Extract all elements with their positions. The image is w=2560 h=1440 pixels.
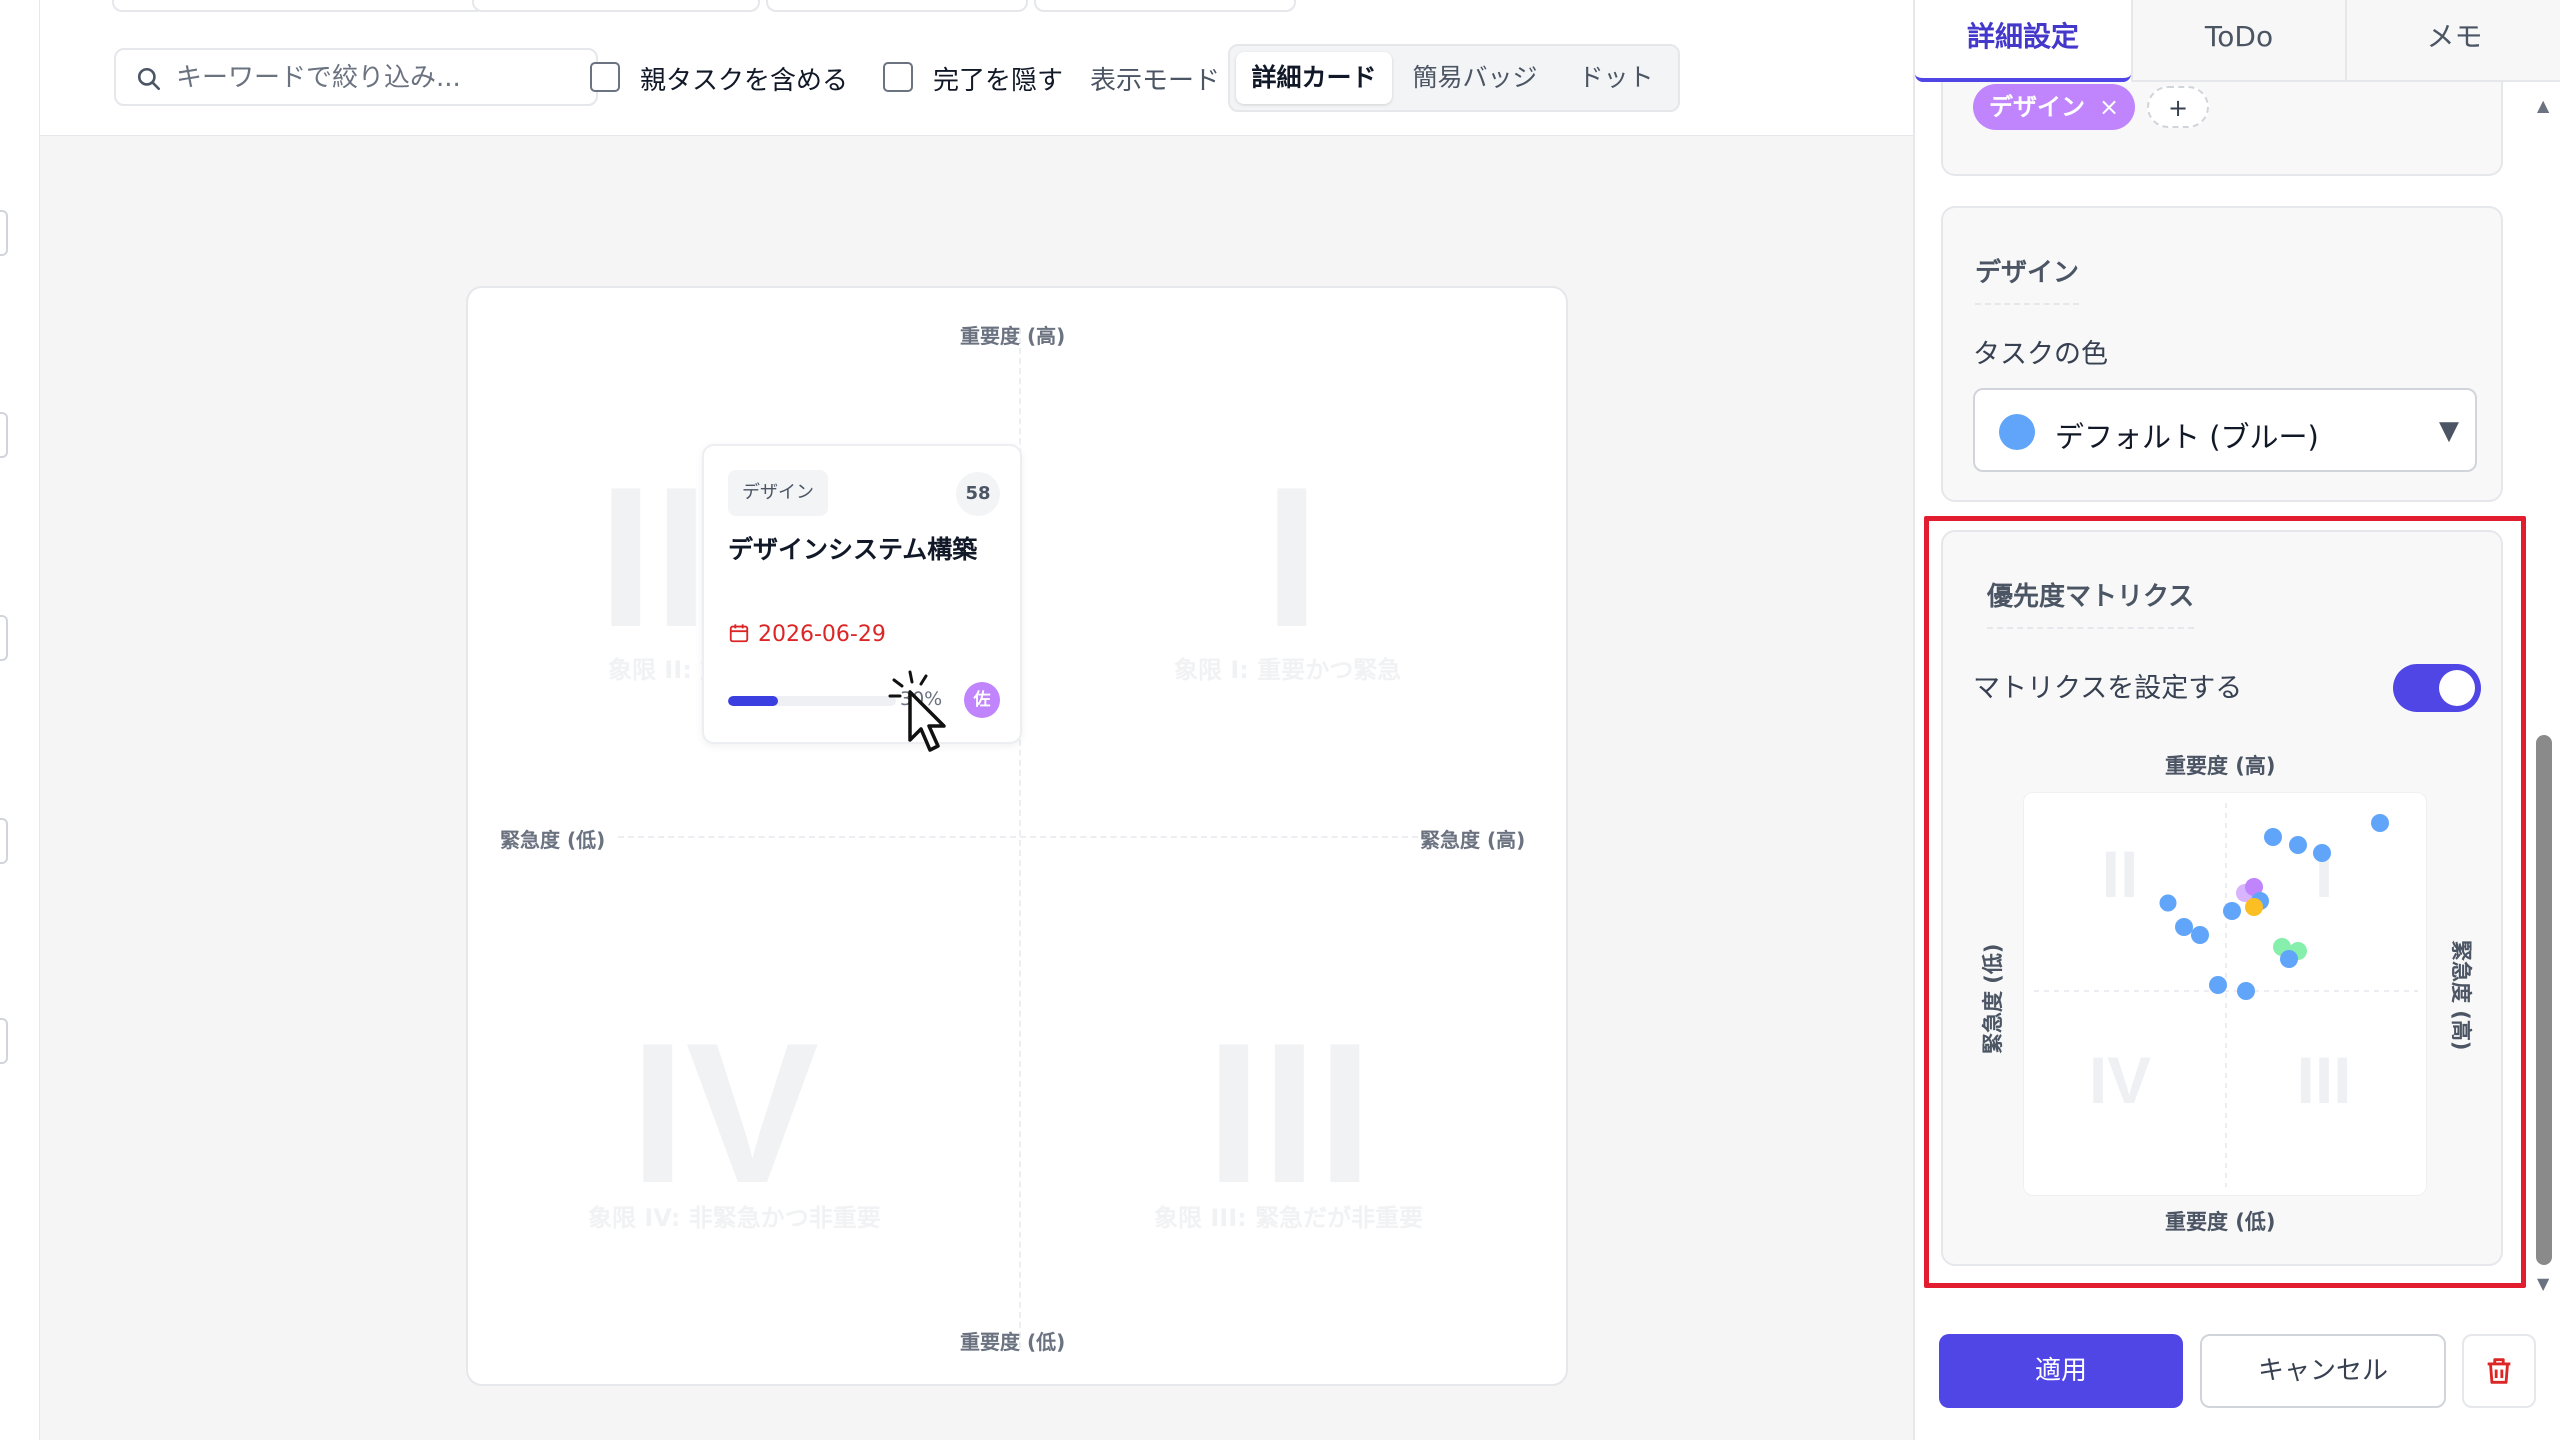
quadrant-3-label: 象限 III: 緊急だが非重要 bbox=[1154, 1204, 1424, 1232]
scroll-up-arrow-icon[interactable]: ▲ bbox=[2537, 96, 2549, 115]
rail-handle[interactable] bbox=[0, 210, 8, 256]
view-mode-simple-badge[interactable]: 簡易バッジ bbox=[1394, 52, 1556, 104]
quadrant-1-numeral: I bbox=[1264, 446, 1320, 669]
task-title: デザインシステム構築 bbox=[728, 535, 978, 564]
search-input[interactable] bbox=[174, 58, 578, 98]
rail-handle[interactable] bbox=[0, 615, 8, 661]
rail-handle[interactable] bbox=[0, 1018, 8, 1064]
mouse-cursor-icon bbox=[888, 670, 946, 752]
apply-button[interactable]: 適用 bbox=[1939, 1334, 2183, 1408]
task-due-date: 2026-06-29 bbox=[728, 622, 886, 647]
tag-chip-label: デザイン bbox=[1989, 93, 2085, 121]
axis-importance-low: 重要度 (低) bbox=[960, 1330, 1066, 1354]
delete-button[interactable] bbox=[2462, 1334, 2536, 1408]
include-parent-label: 親タスクを含める bbox=[640, 66, 849, 96]
task-count-badge: 58 bbox=[956, 472, 1000, 516]
cancel-button[interactable]: キャンセル bbox=[2200, 1334, 2446, 1408]
toolbar-stub bbox=[766, 0, 1028, 12]
view-mode-dot[interactable]: ドット bbox=[1558, 52, 1674, 104]
hide-done-label: 完了を隠す bbox=[933, 66, 1064, 96]
tab-detail-settings[interactable]: 詳細設定 bbox=[1915, 0, 2131, 82]
axis-urgency-high: 緊急度 (高) bbox=[1420, 828, 1526, 852]
urgency-axis-line bbox=[618, 836, 1418, 838]
tag-chip-remove[interactable]: × bbox=[2099, 93, 2119, 121]
assignee-avatar[interactable]: 佐 bbox=[964, 682, 1000, 718]
view-mode-label: 表示モード bbox=[1090, 66, 1221, 96]
rail-handle[interactable] bbox=[0, 412, 8, 458]
scroll-down-arrow-icon[interactable]: ▼ bbox=[2537, 1274, 2549, 1293]
task-progress-bar bbox=[728, 696, 896, 706]
scrollbar-thumb[interactable] bbox=[2536, 735, 2552, 1265]
color-section-title: デザイン bbox=[1975, 252, 2080, 305]
tags-section: デザイン × + bbox=[1941, 82, 2503, 176]
calendar-icon bbox=[729, 624, 749, 643]
toolbar-stub bbox=[112, 0, 486, 12]
highlight-box bbox=[1924, 516, 2526, 1288]
task-color-select[interactable]: デフォルト (ブルー) ▼ bbox=[1973, 388, 2477, 472]
quadrant-4-label: 象限 IV: 非緊急かつ非重要 bbox=[588, 1204, 881, 1232]
task-color-label: タスクの色 bbox=[1973, 339, 2108, 370]
tab-todo[interactable]: ToDo bbox=[2131, 0, 2345, 82]
filter-toolbar: 親タスクを含める 完了を隠す 表示モード 詳細カード 簡易バッジ ドット bbox=[40, 0, 1913, 136]
quadrant-4-numeral: IV bbox=[630, 1002, 819, 1225]
rail-handle[interactable] bbox=[0, 818, 8, 864]
add-tag-button[interactable]: + bbox=[2147, 86, 2209, 128]
search-icon bbox=[137, 67, 161, 91]
axis-importance-high: 重要度 (高) bbox=[960, 324, 1066, 348]
tag-chip: デザイン × bbox=[1973, 84, 2136, 130]
left-rail bbox=[0, 0, 40, 1440]
task-card[interactable]: デザイン 58 デザインシステム構築 2026-06-29 30% 佐 bbox=[702, 444, 1022, 744]
quadrant-1-label: 象限 I: 重要かつ緊急 bbox=[1174, 656, 1402, 684]
color-swatch bbox=[1999, 414, 2035, 450]
task-tag: デザイン bbox=[728, 470, 828, 516]
axis-urgency-low: 緊急度 (低) bbox=[500, 828, 606, 852]
task-color-value: デフォルト (ブルー) bbox=[2055, 420, 2319, 454]
task-progress-fill bbox=[728, 696, 779, 706]
task-due-date-text: 2026-06-29 bbox=[758, 622, 886, 647]
quadrant-3-numeral: III bbox=[1206, 1002, 1373, 1225]
tab-memo[interactable]: メモ bbox=[2345, 0, 2560, 82]
toolbar-stub bbox=[472, 0, 760, 12]
quadrant-2-numeral: II bbox=[598, 446, 710, 669]
view-mode-detail-card[interactable]: 詳細カード bbox=[1236, 52, 1392, 104]
hide-done-checkbox[interactable] bbox=[883, 62, 913, 92]
trash-icon bbox=[2487, 1358, 2511, 1384]
toolbar-stub bbox=[1034, 0, 1296, 12]
chevron-down-icon: ▼ bbox=[2439, 416, 2459, 446]
view-mode-segmented: 詳細カード 簡易バッジ ドット bbox=[1228, 44, 1680, 112]
include-parent-checkbox[interactable] bbox=[590, 62, 620, 92]
search-box[interactable] bbox=[114, 48, 598, 106]
color-section: デザイン タスクの色 デフォルト (ブルー) ▼ bbox=[1941, 206, 2503, 502]
